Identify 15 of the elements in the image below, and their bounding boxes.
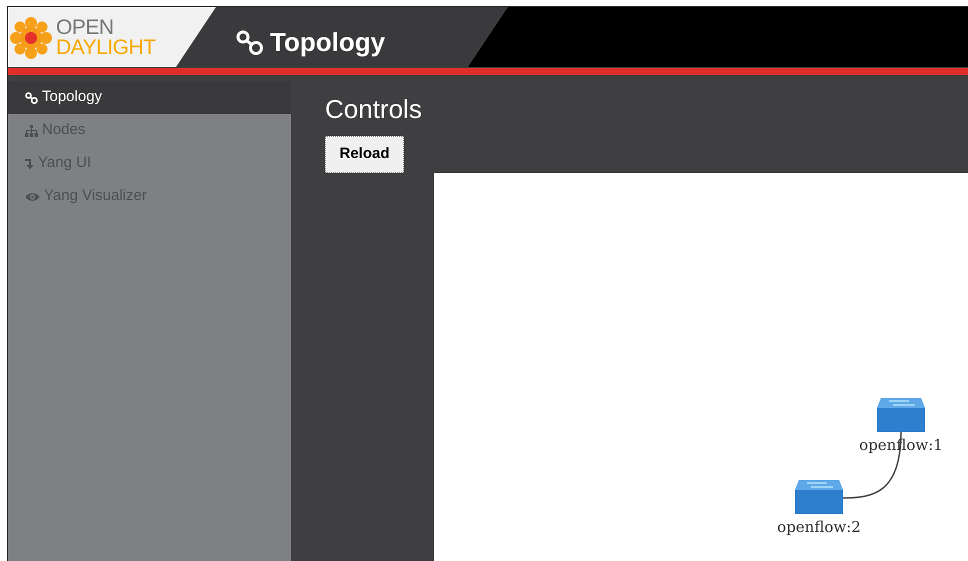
topology-icon: [236, 30, 264, 56]
switch-icon[interactable]: [877, 398, 925, 432]
switch-icon[interactable]: [795, 480, 843, 514]
logo-text: DAYLIGHT: [56, 38, 156, 58]
section-title: Controls: [325, 94, 423, 124]
sitemap-icon: [25, 124, 38, 136]
logo-text: OPEN: [56, 18, 115, 38]
sidebar-item[interactable]: Topology: [8, 81, 291, 114]
topology-icon: [25, 92, 38, 104]
reload-button[interactable]: Reload: [325, 136, 404, 173]
node-label: openflow:2: [777, 517, 861, 538]
flower-logo-icon: [10, 17, 52, 59]
page-title: Topology: [270, 26, 386, 59]
turn-down-arrow-icon: [25, 158, 34, 170]
eye-icon: [25, 192, 40, 202]
